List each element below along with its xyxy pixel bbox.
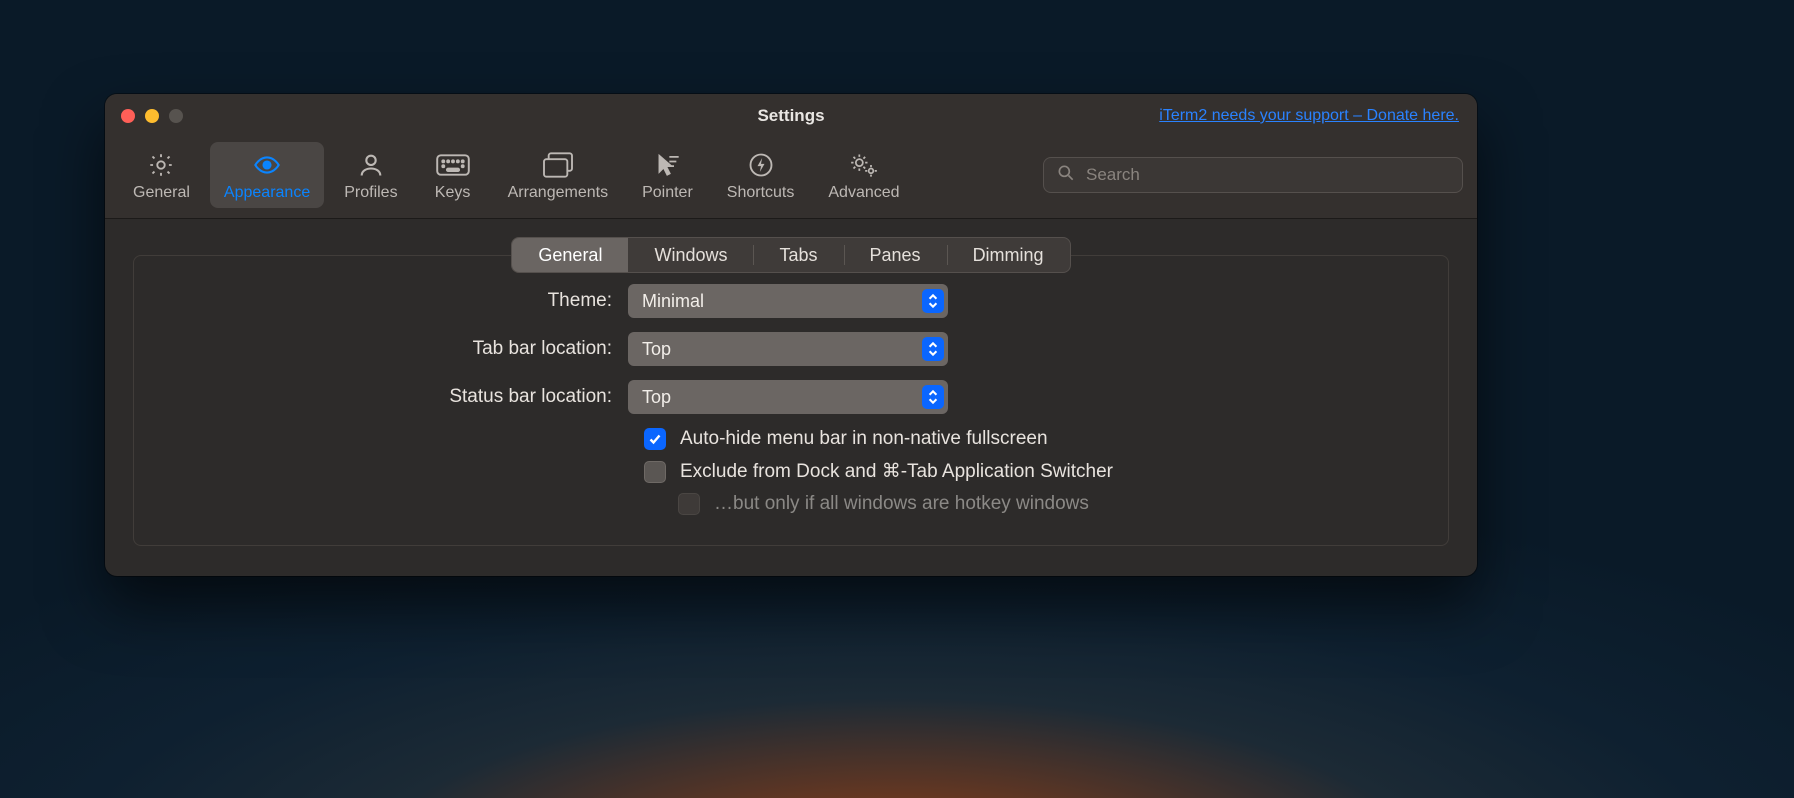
- toolbar-tab-label: General: [133, 184, 190, 202]
- bolt-circle-icon: [744, 150, 778, 180]
- statusbar-select[interactable]: Top: [628, 380, 948, 414]
- donate-link[interactable]: iTerm2 needs your support – Donate here.: [1159, 107, 1477, 125]
- keyboard-icon: [436, 150, 470, 180]
- theme-select[interactable]: Minimal: [628, 284, 948, 318]
- search-input[interactable]: [1086, 165, 1450, 185]
- statusbar-label: Status bar location:: [158, 386, 628, 408]
- gears-icon: [847, 150, 881, 180]
- toolbar-tab-appearance[interactable]: Appearance: [210, 142, 324, 208]
- autohide-label: Auto-hide menu bar in non-native fullscr…: [680, 428, 1048, 450]
- toolbar-tab-label: Arrangements: [508, 184, 609, 202]
- toolbar-tab-label: Keys: [435, 184, 471, 202]
- subtab-general[interactable]: General: [512, 238, 628, 272]
- toolbar-tab-profiles[interactable]: Profiles: [330, 142, 411, 208]
- toolbar-tab-general[interactable]: General: [119, 142, 204, 208]
- eye-icon: [250, 150, 284, 180]
- autohide-checkbox[interactable]: [644, 428, 666, 450]
- content-area: General Windows Tabs Panes Dimming Theme…: [105, 219, 1477, 576]
- traffic-lights: [105, 109, 183, 123]
- exclude-label: Exclude from Dock and ⌘-Tab Application …: [680, 460, 1113, 483]
- toolbar-tab-label: Profiles: [344, 184, 397, 202]
- subtab-dimming[interactable]: Dimming: [947, 238, 1070, 272]
- row-hotkey-only: …but only if all windows are hotkey wind…: [158, 493, 1424, 515]
- exclude-checkbox[interactable]: [644, 461, 666, 483]
- row-exclude-dock: Exclude from Dock and ⌘-Tab Application …: [158, 460, 1424, 483]
- theme-label: Theme:: [158, 290, 628, 312]
- toolbar-tab-advanced[interactable]: Advanced: [814, 142, 913, 208]
- tabbar-select[interactable]: Top: [628, 332, 948, 366]
- zoom-window-button[interactable]: [169, 109, 183, 123]
- pointer-icon: [650, 150, 684, 180]
- row-tabbar-location: Tab bar location: Top: [158, 332, 1424, 366]
- titlebar: Settings iTerm2 needs your support – Don…: [105, 94, 1477, 138]
- chevron-updown-icon: [922, 385, 944, 409]
- person-icon: [354, 150, 388, 180]
- toolbar-tab-label: Pointer: [642, 184, 693, 202]
- theme-value: Minimal: [642, 291, 704, 312]
- toolbar-tab-label: Appearance: [224, 184, 310, 202]
- appearance-subtabs: General Windows Tabs Panes Dimming: [511, 237, 1070, 273]
- toolbar-tab-shortcuts[interactable]: Shortcuts: [713, 142, 809, 208]
- toolbar-tab-keys[interactable]: Keys: [418, 142, 488, 208]
- windows-stack-icon: [541, 150, 575, 180]
- close-window-button[interactable]: [121, 109, 135, 123]
- preferences-toolbar: General Appearance Profiles Keys Arrange: [105, 138, 1477, 219]
- search-field[interactable]: [1043, 157, 1463, 193]
- toolbar-tab-label: Shortcuts: [727, 184, 795, 202]
- settings-panel: Theme: Minimal Tab bar location: Top: [133, 255, 1449, 546]
- hotkey-checkbox: [678, 493, 700, 515]
- hotkey-label: …but only if all windows are hotkey wind…: [714, 493, 1089, 515]
- gear-icon: [144, 150, 178, 180]
- toolbar-tab-arrangements[interactable]: Arrangements: [494, 142, 623, 208]
- chevron-updown-icon: [922, 289, 944, 313]
- search-icon: [1056, 163, 1086, 188]
- chevron-updown-icon: [922, 337, 944, 361]
- subtab-windows[interactable]: Windows: [628, 238, 753, 272]
- settings-window: Settings iTerm2 needs your support – Don…: [105, 94, 1477, 576]
- tabbar-value: Top: [642, 339, 671, 360]
- toolbar-tab-pointer[interactable]: Pointer: [628, 142, 707, 208]
- row-statusbar-location: Status bar location: Top: [158, 380, 1424, 414]
- row-autohide-menubar: Auto-hide menu bar in non-native fullscr…: [158, 428, 1424, 450]
- subtab-panes[interactable]: Panes: [844, 238, 947, 272]
- tabbar-label: Tab bar location:: [158, 338, 628, 360]
- subtab-tabs[interactable]: Tabs: [753, 238, 843, 272]
- toolbar-tab-label: Advanced: [828, 184, 899, 202]
- minimize-window-button[interactable]: [145, 109, 159, 123]
- statusbar-value: Top: [642, 387, 671, 408]
- row-theme: Theme: Minimal: [158, 284, 1424, 318]
